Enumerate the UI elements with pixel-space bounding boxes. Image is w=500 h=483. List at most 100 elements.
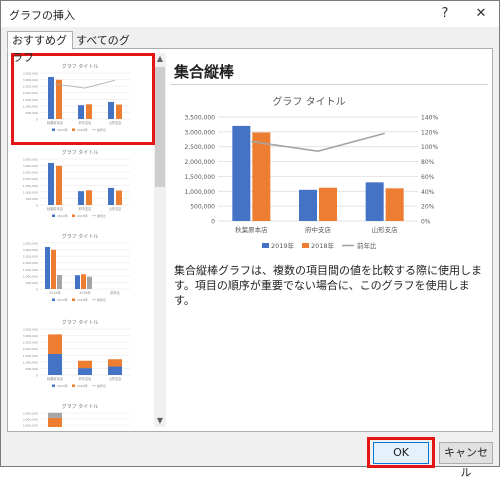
thumbnail-y-label: 3,000,000 (23, 418, 38, 422)
scroll-up-icon[interactable]: ▲ (154, 53, 166, 65)
chart-thumbnail-5[interactable]: グラフ タイトル3,500,0003,000,0002,500,0002,000… (12, 399, 148, 427)
thumbnail-y-label: 3,500,000 (23, 412, 38, 416)
thumbnail-y-label: 3,000,000 (23, 248, 38, 252)
thumbnail-legend-label: 2019年 (57, 297, 68, 302)
thumbnail-x-label: 2018年 (79, 290, 91, 295)
thumbnail-bar (81, 274, 86, 289)
legend-label: 前年比 (357, 241, 377, 250)
thumbnail-x-label: 府中支店 (79, 206, 92, 211)
x-tick-label: 秋葉原本店 (235, 225, 268, 234)
legend-swatch (302, 243, 309, 248)
scroll-down-icon[interactable]: ▼ (154, 415, 166, 427)
thumbnail-y-label: 3,000,000 (23, 164, 38, 168)
window-title: グラフの挿入 (9, 9, 75, 22)
thumbnail-y-label: 1,500,000 (23, 354, 38, 358)
thumbnail-x-label: 山形支店 (109, 376, 122, 381)
thumbnail-legend-label: 2018年 (77, 383, 88, 388)
thumbnail-bar (48, 417, 62, 427)
thumbnail-y-label: 2,000,000 (23, 261, 38, 265)
cancel-button[interactable]: キャンセル (439, 442, 493, 479)
thumbnail-y-label: 0 (36, 288, 38, 292)
thumbnail-y-label: 1,500,000 (23, 184, 38, 188)
chart-preview-panel: 集合縦棒 グラフ タイトル 3,500,000 140% 3,000,000 120% 2… (170, 55, 488, 427)
thumbnail-y-label: 3,500,000 (23, 242, 38, 246)
thumbnail-x-label: 府中支店 (79, 376, 92, 381)
thumbnail-bar (108, 187, 114, 205)
chart-thumbnail-3[interactable]: グラフ タイトル 3,500,000 3,000,000 2,500,000 2,000… (12, 229, 148, 309)
thumbnail-legend-label: 前年比 (97, 297, 106, 302)
thumbnail-x-label: 秋葉原本店 (47, 376, 63, 381)
close-icon[interactable]: ✕ (469, 3, 493, 25)
thumbnail-chart: グラフ タイトル3,500,0003,000,0002,500,0002,000… (23, 403, 130, 428)
thumbnail-bar (116, 190, 122, 205)
thumbnail-legend-swatch (52, 298, 55, 301)
thumbnail-bar (75, 275, 80, 289)
legend-label: 2018年 (311, 241, 335, 250)
thumbnail-legend-label: 2018年 (77, 213, 88, 218)
thumbnail-bar (48, 412, 62, 418)
thumbnail-bar (78, 368, 92, 375)
thumbnail-y-label: 1,000,000 (23, 190, 38, 194)
thumbnail-y-label: 3,500,000 (23, 328, 38, 332)
help-icon[interactable]: ? (433, 3, 457, 25)
thumbnail-legend-label: 2019年 (57, 383, 68, 388)
legend-label: 2019年 (271, 241, 295, 250)
bar-series2 (252, 132, 271, 221)
thumbnail-x-label: 前年比 (110, 290, 120, 295)
y2-tick-label: 120% (421, 129, 438, 136)
thumbnail-bar (48, 334, 62, 354)
thumbnail-bar (57, 274, 62, 289)
y-tick-label: 500,000 (190, 204, 215, 211)
thumbnail-title: グラフ タイトル (62, 233, 99, 240)
y-tick-label: 3,000,000 (184, 129, 215, 136)
bar-series2 (319, 187, 337, 221)
y2-tick-label: 140% (421, 115, 438, 122)
thumbnail-bar (48, 353, 62, 375)
legend-swatch (262, 243, 269, 248)
thumbnail-y-label: 2,500,000 (23, 424, 38, 428)
thumbnail-y-label: 2,500,000 (23, 171, 38, 175)
thumbnail-title: グラフ タイトル (62, 149, 99, 156)
chart-description: 集合縦棒グラフは、複数の項目間の値を比較する際に使用します。項目の順序が重要でな… (174, 264, 482, 307)
y2-tick-label: 40% (421, 189, 435, 196)
thumbnail-chart: グラフ タイトル 3,500,000 3,000,000 2,500,000 2,000… (23, 233, 130, 302)
thumbnail-y-label: 2,000,000 (23, 177, 38, 181)
chart-thumbnail-4[interactable]: グラフ タイトル 3,500,000 3,000,000 2,500,000 2,000… (12, 315, 148, 395)
thumbnail-y-label: 1,000,000 (23, 274, 38, 278)
thumbnail-chart: グラフ タイトル3,500,0003,000,0002,500,0002,000… (23, 149, 130, 218)
chart-title: グラフ タイトル (272, 95, 345, 108)
chart-thumbnail-2[interactable]: グラフ タイトル 3,500,000 3,000,000 2,500,000 2,000… (12, 145, 148, 225)
insert-chart-dialog: グラフの挿入 ? ✕ おすすめグラフ すべてのグラフ グラフ タイトル3,500… (0, 0, 500, 479)
thumbnail-title: グラフ タイトル (62, 403, 99, 410)
thumbnail-bar (56, 165, 62, 205)
x-tick-label: 府中支店 (305, 225, 332, 234)
y-tick-label: 1,500,000 (184, 174, 215, 181)
thumbnail-bar (87, 276, 92, 289)
thumbnail-bar (108, 366, 122, 375)
bar-series1 (365, 182, 384, 221)
bar-series1 (299, 189, 317, 221)
thumbnail-y-label: 2,000,000 (23, 347, 38, 351)
thumbnail-y-label: 2,500,000 (23, 255, 38, 259)
y-tick-label: 2,500,000 (184, 144, 215, 151)
thumbnail-scrollbar[interactable]: ▲ ▼ (154, 53, 166, 427)
y2-tick-label: 20% (421, 204, 435, 211)
y2-tick-label: 60% (421, 174, 435, 181)
thumbnail-legend-label: 前年比 (97, 213, 106, 218)
y-tick-label: 3,500,000 (184, 115, 215, 122)
scroll-thumb[interactable] (155, 67, 165, 187)
thumbnail-y-label: 500,000 (26, 281, 38, 285)
line-series (251, 132, 385, 152)
thumbnail-legend-label: 2019年 (57, 213, 68, 218)
thumbnail-bar (48, 162, 54, 205)
thumbnail-y-label: 0 (36, 204, 38, 208)
thumbnail-x-label: 2019年 (49, 290, 61, 295)
thumbnail-y-label: 1,500,000 (23, 268, 38, 272)
x-tick-label: 山形支店 (372, 225, 399, 234)
thumbnail-legend-swatch (72, 298, 75, 301)
thumbnail-bar (108, 359, 122, 367)
thumbnail-legend-swatch (72, 214, 75, 217)
tab-recommended-charts[interactable]: おすすめグラフ (7, 31, 73, 64)
chart-preview: グラフ タイトル 3,500,000 140% 3,000,000 120% 2,500,… (184, 95, 438, 250)
selected-thumbnail-highlight (11, 53, 155, 145)
